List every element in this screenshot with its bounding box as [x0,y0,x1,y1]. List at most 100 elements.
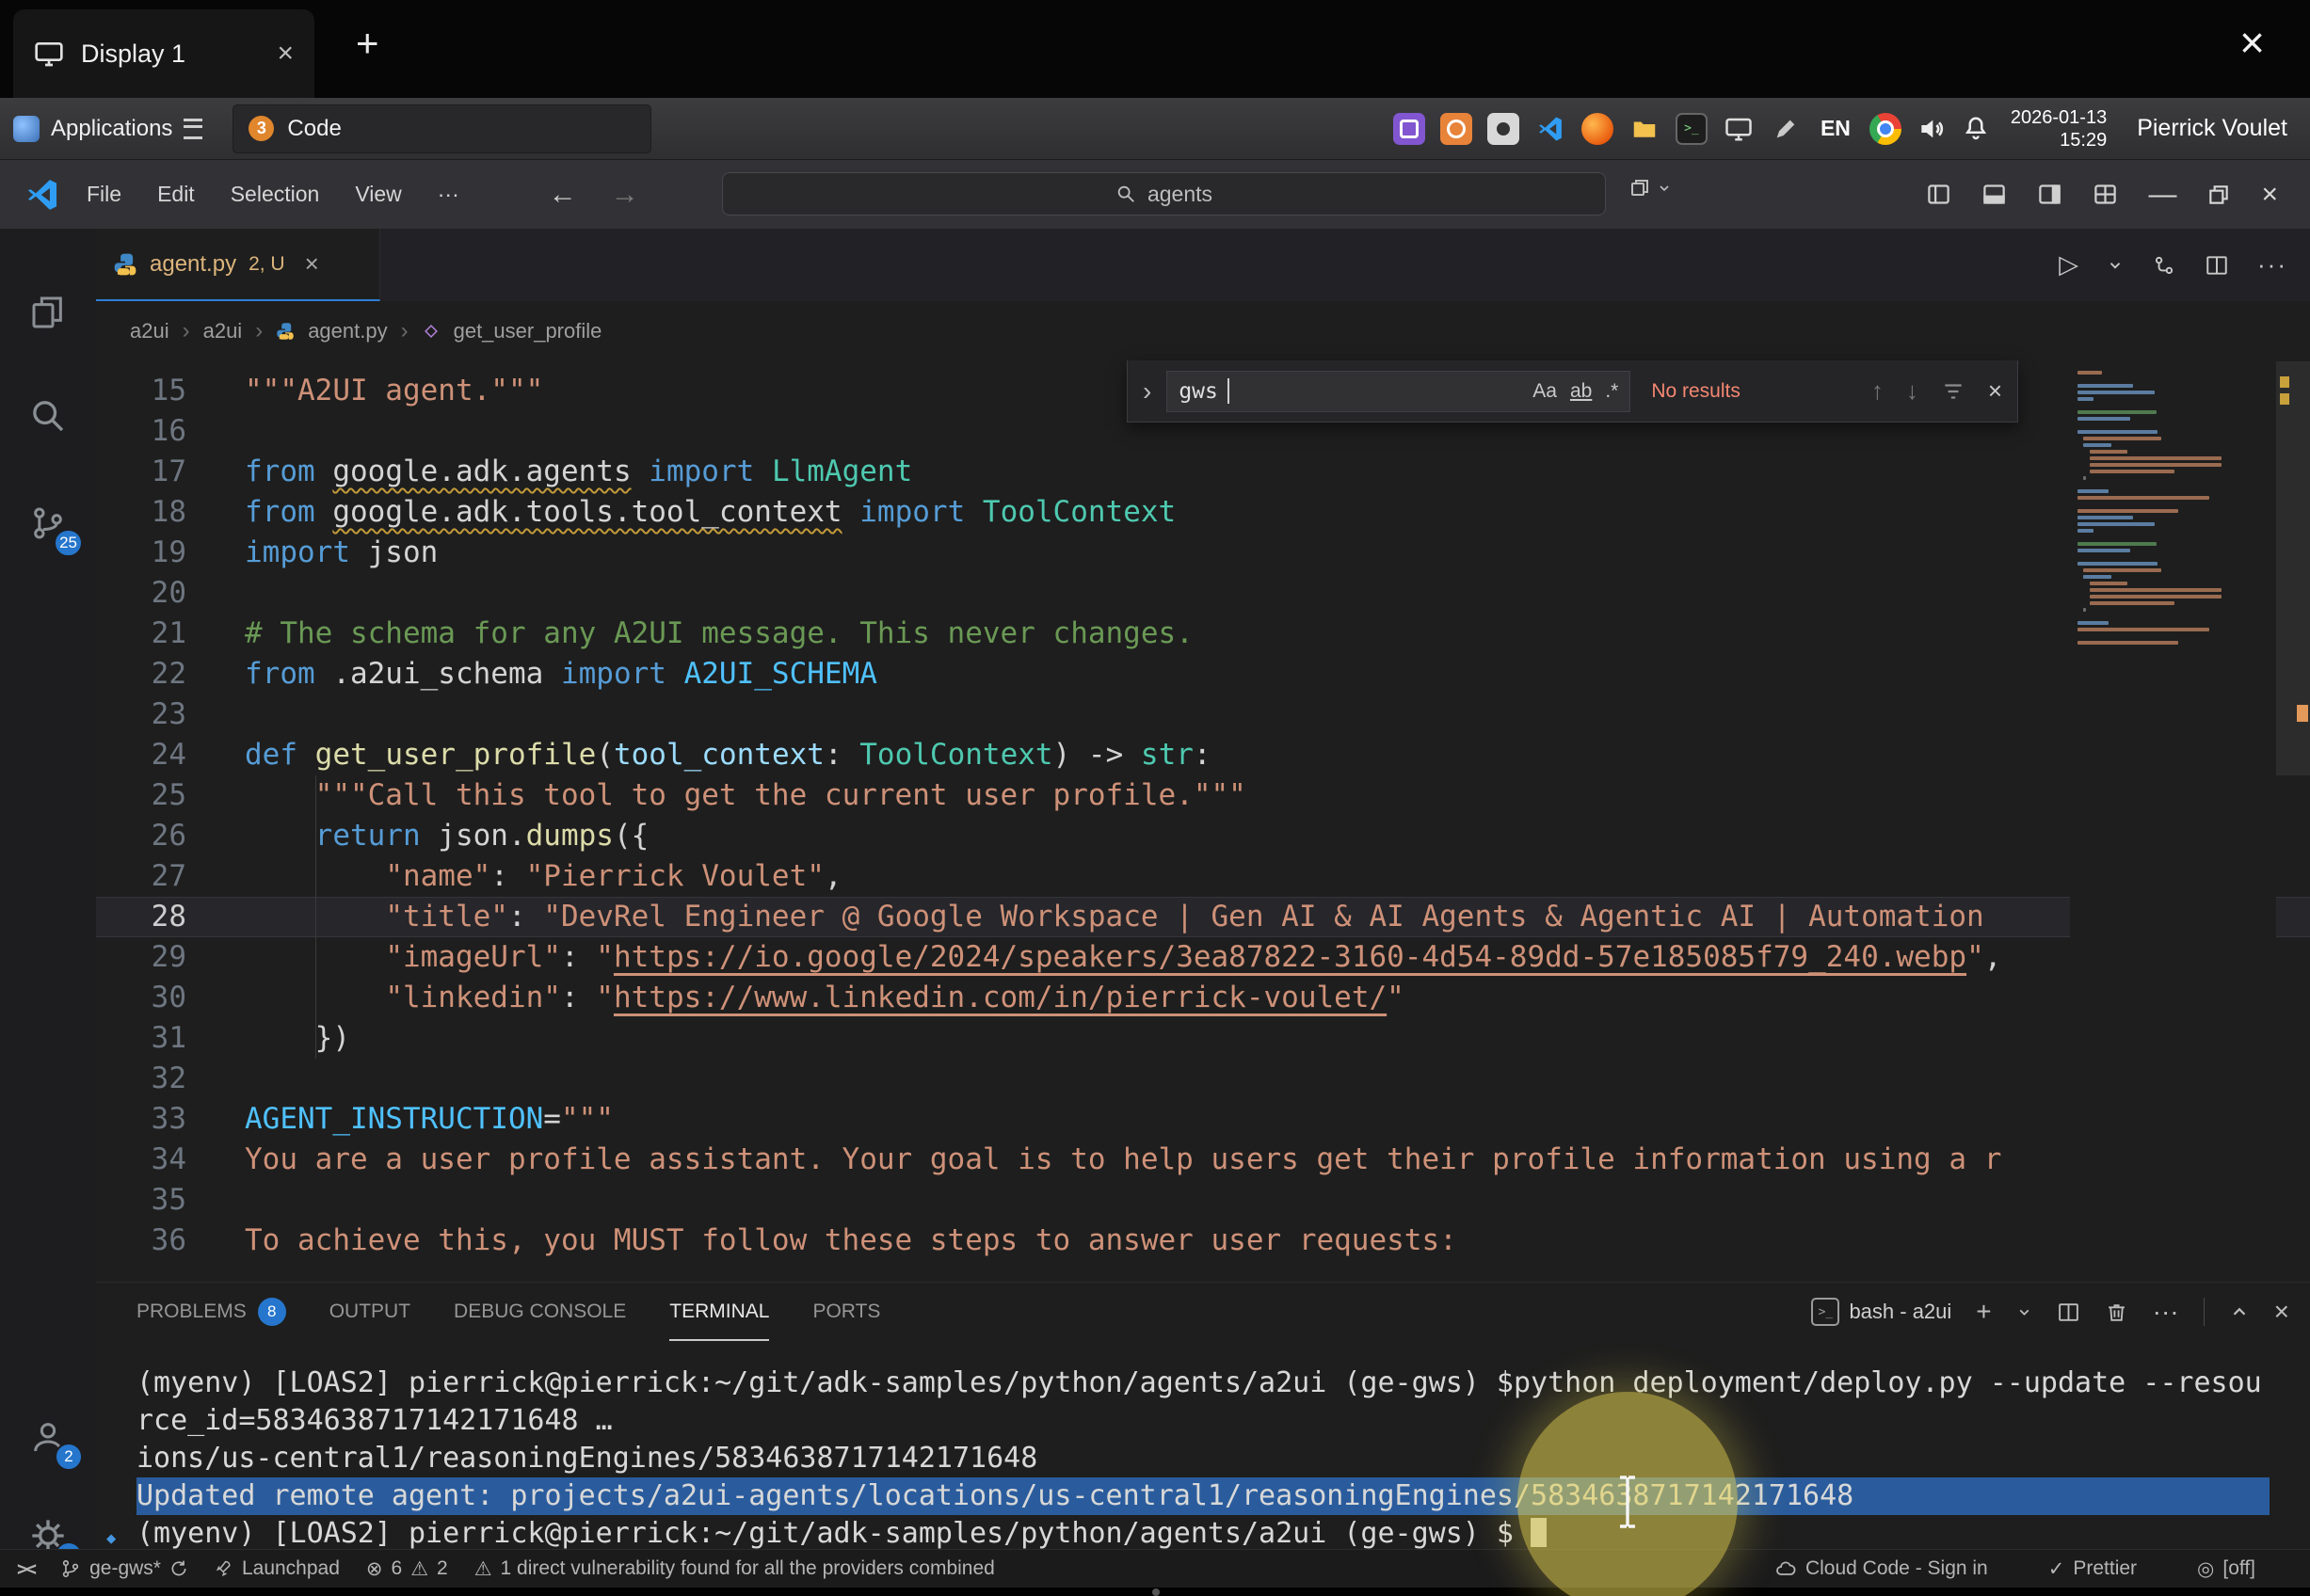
account-icon[interactable]: 2 [0,1407,96,1467]
toggle-panel-icon[interactable] [1981,182,2007,207]
run-dropdown-icon[interactable] [2107,257,2124,274]
minimap[interactable] [2070,361,2276,1282]
bell-icon[interactable] [1962,115,1990,143]
code-line[interactable]: 27 "name": "Pierrick Voulet", [96,856,2310,897]
new-terminal-button[interactable]: + [1976,1297,1991,1327]
restore-button[interactable] [2206,183,2231,207]
code-line[interactable]: 25 """Call this tool to get the current … [96,775,2310,816]
regex-button[interactable]: .* [1605,380,1618,403]
find-close-icon[interactable]: × [1988,376,2002,406]
code-line[interactable]: 34You are a user profile assistant. Your… [96,1140,2310,1180]
panel-more-icon[interactable]: ··· [2153,1297,2179,1327]
previous-match-button[interactable]: ↑ [1871,376,1884,406]
code-line[interactable]: 30 "linkedin": "https://www.linkedin.com… [96,978,2310,1018]
window-button-code[interactable]: 3 Code [233,104,651,153]
display-tab[interactable]: Display 1 × [13,9,314,98]
search-icon[interactable] [0,386,96,446]
breadcrumb-a2ui-2[interactable]: a2ui [203,319,243,343]
git-branch-status[interactable]: ge-gws* [60,1557,188,1580]
cloud-code-signin[interactable]: Cloud Code - Sign in [1774,1557,1988,1580]
terminal-line[interactable]: Updated remote agent: projects/a2ui-agen… [136,1477,2270,1515]
code-line[interactable]: 23 [96,694,2310,735]
terminal-line[interactable]: (myenv) [LOAS2] pierrick@pierrick:~/git/… [136,1365,2310,1402]
terminal-line[interactable]: rce_id=5834638717142171648 … [136,1402,2310,1440]
code-editor[interactable]: 15"""A2UI agent."""1617from google.adk.a… [96,361,2310,1282]
terminal-app-icon[interactable]: >_ [1676,113,1708,145]
terminal-dropdown-icon[interactable] [2016,1304,2032,1320]
explorer-icon[interactable] [0,282,96,343]
code-line[interactable]: 35 [96,1180,2310,1221]
duplicate-window-icon[interactable] [1628,177,1672,200]
code-line[interactable]: 17from google.adk.agents import LlmAgent [96,452,2310,492]
remote-indicator[interactable]: >< [17,1557,34,1580]
menu-more[interactable]: ··· [438,182,459,207]
menu-view[interactable]: View [355,182,401,207]
find-input[interactable]: gws Aa ab .* [1166,371,1630,412]
customize-layout-icon[interactable] [2093,182,2118,207]
code-line[interactable]: 24def get_user_profile(tool_context: Too… [96,735,2310,775]
code-line[interactable]: 29 "imageUrl": "https://io.google/2024/s… [96,937,2310,978]
back-button[interactable]: ← [549,179,577,211]
whole-word-button[interactable]: ab [1570,380,1592,403]
tab-terminal[interactable]: TERMINAL [669,1283,769,1341]
breadcrumb-symbol[interactable]: get_user_profile [454,319,602,343]
vulnerability-status[interactable]: ⚠ 1 direct vulnerability found for all t… [474,1557,995,1581]
code-line[interactable]: 33AGENT_INSTRUCTION=""" [96,1099,2310,1140]
menu-file[interactable]: File [87,182,121,207]
code-line[interactable]: 36To achieve this, you MUST follow these… [96,1221,2310,1261]
applications-menu[interactable]: Applications [13,116,202,142]
run-python-file-button[interactable]: ▷ [2059,250,2078,279]
code-line[interactable]: 22from .a2ui_schema import A2UI_SCHEMA [96,654,2310,694]
terminal-shell-chip[interactable]: >_ bash - a2ui [1811,1298,1951,1326]
pen-icon[interactable] [1770,113,1802,145]
more-actions-icon[interactable]: ··· [2257,250,2287,279]
split-terminal-icon[interactable] [2057,1301,2080,1324]
kill-terminal-icon[interactable] [2105,1301,2128,1324]
display-tab-close-icon[interactable]: × [277,38,294,70]
git-compare-icon[interactable] [2152,253,2176,278]
toggle-sidebar-icon[interactable] [1926,182,1951,207]
code-line[interactable]: 19import json [96,533,2310,573]
firefox-icon[interactable] [1581,113,1613,145]
source-control-icon[interactable]: 25 [0,493,96,553]
menu-edit[interactable]: Edit [157,182,195,207]
screencast-status[interactable]: ◎ [off] [2197,1557,2255,1581]
launchpad-status[interactable]: Launchpad [215,1557,340,1580]
volume-icon[interactable] [1917,114,1947,144]
toggle-secondary-sidebar-icon[interactable] [2037,182,2062,207]
code-line[interactable]: 31 }) [96,1018,2310,1059]
screenshot-app-icon[interactable] [1440,113,1472,145]
code-line[interactable]: 28 "title": "DevRel Engineer @ Google Wo… [96,897,2310,937]
chat-app-icon[interactable] [1393,113,1425,145]
code-line[interactable]: 20 [96,573,2310,614]
tab-output[interactable]: OUTPUT [329,1283,410,1341]
code-line[interactable]: 26 return json.dumps({ [96,816,2310,856]
tab-close-icon[interactable]: × [305,249,319,279]
terminal-line[interactable]: ions/us-central1/reasoningEngines/583463… [136,1440,2310,1477]
terminal-output[interactable]: (myenv) [LOAS2] pierrick@pierrick:~/git/… [136,1365,2310,1550]
code-line[interactable]: 32 [96,1059,2310,1099]
forward-button[interactable]: → [611,179,639,211]
code-line[interactable]: 18from google.adk.tools.tool_context imp… [96,492,2310,533]
display-settings-icon[interactable] [1723,113,1755,145]
find-expand-icon[interactable]: › [1143,376,1151,407]
tab-agent-py[interactable]: agent.py 2, U × [96,229,380,301]
camera-icon[interactable] [1487,113,1519,145]
clock[interactable]: 2026-01-13 15:29 [2011,106,2107,152]
terminal-line[interactable]: (myenv) [LOAS2] pierrick@pierrick:~/git/… [136,1515,2310,1553]
prettier-status[interactable]: ✓ Prettier [2048,1557,2137,1581]
close-panel-icon[interactable]: × [2274,1297,2289,1327]
next-match-button[interactable]: ↓ [1906,376,1918,406]
tab-debug-console[interactable]: DEBUG CONSOLE [454,1283,626,1341]
new-tab-button[interactable]: + [356,21,379,66]
chrome-icon[interactable] [1869,113,1901,145]
user-menu[interactable]: Pierrick Voulet [2137,115,2287,142]
close-button[interactable]: × [2261,179,2278,211]
code-line[interactable]: 21# The schema for any A2UI message. Thi… [96,614,2310,654]
viewer-close-button[interactable]: × [2239,17,2265,68]
tab-problems[interactable]: PROBLEMS 8 [136,1283,286,1341]
command-center[interactable]: agents [722,172,1606,215]
tab-ports[interactable]: PORTS [812,1283,880,1341]
maximize-panel-icon[interactable] [2229,1301,2250,1322]
breadcrumb-agent-py[interactable]: agent.py [308,319,387,343]
